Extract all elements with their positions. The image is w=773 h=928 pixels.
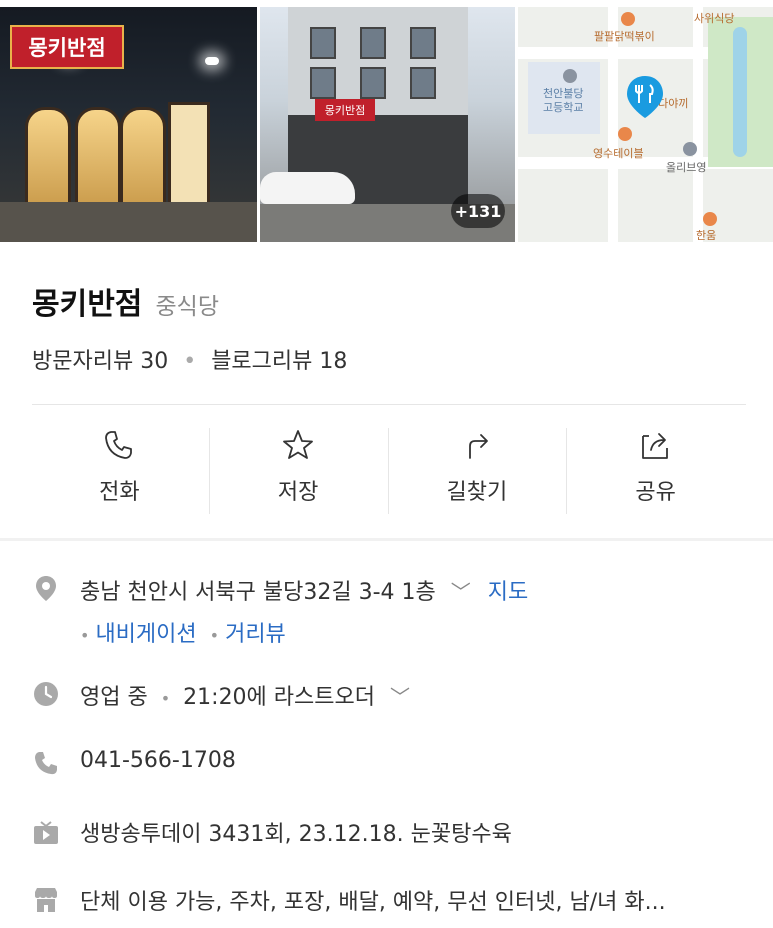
school-dot: [563, 69, 577, 83]
poi-dot: [621, 12, 635, 26]
arched-window: [25, 107, 71, 213]
separator-dot: •: [183, 349, 197, 374]
photo-building-day[interactable]: 몽키반점 +131: [260, 7, 515, 242]
section-divider: [0, 538, 773, 541]
visitor-review-count: 30: [140, 349, 169, 374]
window: [360, 27, 386, 59]
separator-dot: •: [209, 626, 220, 645]
share-icon: [641, 433, 668, 459]
store-sign: 몽키반점: [315, 99, 375, 121]
separator-dot: •: [80, 626, 90, 645]
map-label: 고등학교: [543, 101, 584, 114]
divider: [32, 404, 746, 405]
blog-review-count: 18: [319, 349, 348, 374]
restaurant-pin-icon: [627, 76, 663, 118]
tv-row: 생방송투데이 3431회, 23.12.18. 눈꽃탕수육: [32, 816, 752, 847]
separator-dot: •: [160, 689, 171, 708]
navigation-link[interactable]: 내비게이션: [95, 622, 196, 647]
directions-button[interactable]: 길찾기: [387, 406, 567, 536]
tv-appearance: 생방송투데이 3431회, 23.12.18. 눈꽃탕수육: [80, 822, 512, 847]
phone-row[interactable]: 041-566-1708: [32, 748, 752, 778]
window: [310, 67, 336, 99]
poi-dot: [683, 142, 697, 156]
call-button[interactable]: 전화: [30, 406, 209, 536]
phone-filled-icon: [35, 752, 57, 775]
clock-icon: [34, 682, 58, 706]
arched-window: [120, 107, 166, 213]
store-sign: 몽키반점: [10, 25, 124, 69]
arched-window: [75, 107, 121, 213]
directions-icon: [468, 434, 488, 459]
address-row: 충남 천안시 서북구 불당32길 3-4 1층 ﹀ 지도 • 내비게이션 • 거리뷰: [32, 574, 752, 647]
save-label: 저장: [277, 480, 319, 505]
hours-row[interactable]: 영업 중 • 21:20에 라스트오더 ﹀: [32, 679, 752, 711]
more-photos-count[interactable]: +131: [451, 194, 505, 228]
star-icon: [283, 430, 314, 459]
map-thumbnail[interactable]: 사위식당 팔팔닭떡볶이 천안불당 고등학교 바다야끼 영수테이블 올리브영 한움: [518, 7, 773, 242]
address-content: 충남 천안시 서북구 불당32길 3-4 1층 ﹀ 지도 • 내비게이션 • 거리뷰: [80, 574, 528, 648]
amenities-text: 단체 이용 가능, 주차, 포장, 배달, 예약, 무선 인터넷, 남/녀 화.…: [80, 890, 666, 915]
window: [310, 27, 336, 59]
chevron-down-icon[interactable]: ﹀: [451, 580, 471, 604]
share-label: 공유: [635, 480, 676, 505]
lamp-light: [205, 57, 219, 65]
tv-icon: [34, 821, 58, 844]
call-label: 전화: [99, 480, 140, 505]
photo-storefront-night[interactable]: 몽키반점: [0, 7, 257, 242]
sidewalk: [0, 202, 257, 242]
photo-gallery[interactable]: 몽키반점 몽키반점 +131 사위식당 팔팔닭떡볶이 천안불당 고등학교 바다야…: [0, 0, 773, 243]
map-label: 올리브영: [666, 161, 707, 174]
action-bar: 전화 저장 길찾기 공유: [30, 406, 745, 536]
location-pin-icon: [36, 576, 56, 601]
directions-label: 길찾기: [446, 480, 508, 505]
map-label: 한움: [696, 229, 717, 242]
phone-icon: [105, 431, 133, 459]
open-status: 영업 중: [80, 685, 148, 710]
map-label: 사위식당: [694, 12, 735, 25]
share-button[interactable]: 공유: [566, 406, 745, 536]
place-name: 몽키반점: [32, 287, 143, 322]
address-text: 충남 천안시 서북구 불당32길 3-4 1층: [80, 580, 436, 605]
review-summary: 방문자리뷰 30 • 블로그리뷰 18: [32, 343, 347, 375]
chevron-down-icon[interactable]: ﹀: [390, 685, 410, 709]
blog-review-label: 블로그리뷰: [211, 349, 313, 374]
window: [410, 67, 436, 99]
blog-review-link[interactable]: 블로그리뷰 18: [211, 349, 347, 374]
last-order: 21:20에 라스트오더: [183, 685, 375, 710]
place-category: 중식당: [155, 294, 219, 320]
poi-dot: [703, 212, 717, 226]
map-link[interactable]: 지도: [488, 580, 528, 605]
hours-content: 영업 중 • 21:20에 라스트오더 ﹀: [80, 679, 410, 711]
visitor-review-link[interactable]: 방문자리뷰 30: [32, 349, 168, 374]
amenities-row[interactable]: 단체 이용 가능, 주차, 포장, 배달, 예약, 무선 인터넷, 남/녀 화.…: [32, 884, 752, 915]
window: [410, 27, 436, 59]
poi-dot: [618, 127, 632, 141]
title-row: 몽키반점 중식당: [32, 279, 219, 323]
parked-car: [260, 172, 355, 204]
window: [360, 67, 386, 99]
map-label: 영수테이블: [593, 147, 644, 160]
store-icon: [35, 888, 57, 912]
phone-number[interactable]: 041-566-1708: [80, 748, 236, 773]
save-button[interactable]: 저장: [208, 406, 388, 536]
map-label: 팔팔닭떡볶이: [594, 30, 655, 43]
streetview-link[interactable]: 거리뷰: [225, 622, 286, 647]
visitor-review-label: 방문자리뷰: [32, 349, 134, 374]
